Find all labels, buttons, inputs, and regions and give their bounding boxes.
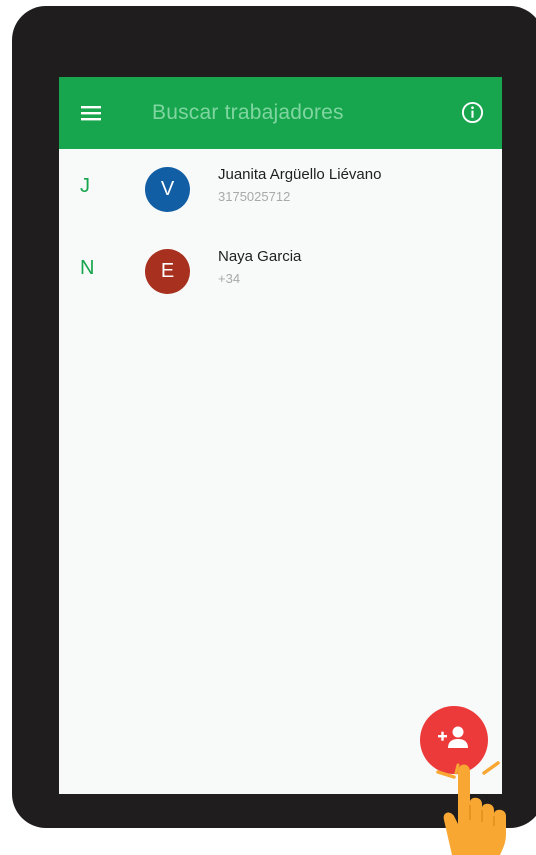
avatar: V [145, 167, 190, 212]
section-letter: N [80, 257, 95, 279]
contact-phone: 3175025712 [218, 189, 291, 204]
search-workers-input[interactable]: Buscar trabajadores [152, 101, 344, 125]
hamburger-menu-icon[interactable] [81, 105, 101, 121]
avatar: E [145, 249, 190, 294]
list-item[interactable]: J V Juanita Argüello Liévano 3175025712 [59, 149, 502, 229]
info-icon[interactable] [461, 101, 484, 124]
list-item[interactable]: N E Naya Garcia +34 [59, 231, 502, 311]
app-screen: Buscar trabajadores J V Juanita Argüello… [59, 77, 502, 794]
contact-phone: +34 [218, 271, 241, 286]
tap-hand-icon [436, 761, 506, 855]
contact-name: Juanita Argüello Liévano [218, 166, 382, 183]
app-bar: Buscar trabajadores [59, 77, 502, 149]
contact-name: Naya Garcia [218, 248, 302, 265]
section-letter: J [80, 175, 90, 197]
